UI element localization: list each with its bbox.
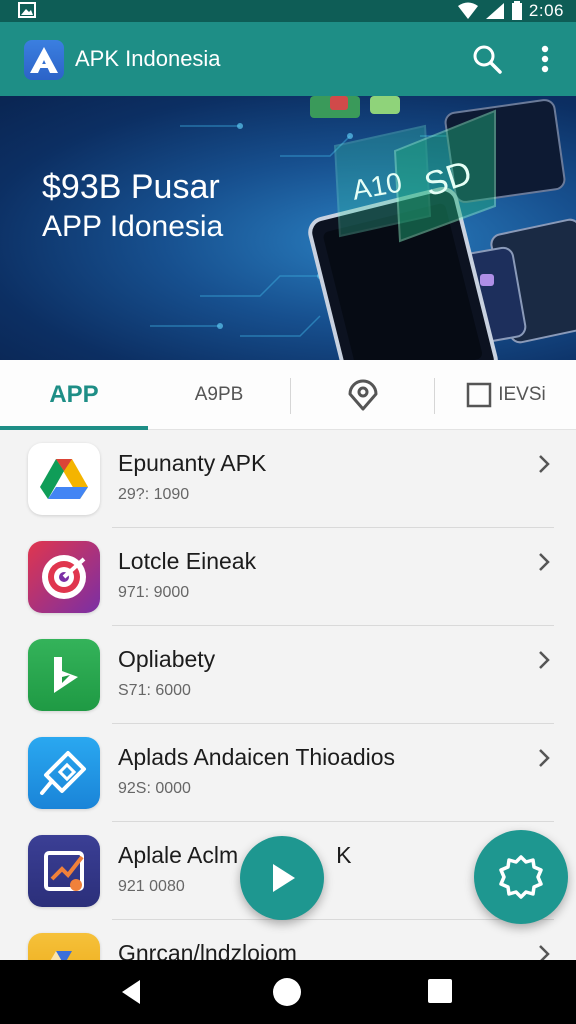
list-item[interactable]: Epunanty APK 29?: 1090 [0,430,576,528]
settings-fab[interactable] [474,830,568,924]
app-title: APK Indonesia [75,46,221,71]
app-name: Gnrcan/lndzloiom [118,940,297,960]
list-item[interactable]: Lotcle Eineak 971: 9000 [0,528,576,626]
app-meta: 921 0080 [118,878,185,895]
wifi-icon [457,2,478,19]
recent-apps-icon[interactable] [428,979,452,1003]
promo-banner[interactable]: A10 SD $93B Pusar APP Idonesia [0,96,576,360]
app-icon [28,933,100,960]
app-name: Aplads Andaicen Thioadios [118,744,396,770]
app-name: Lotcle Eineak [118,548,257,574]
app-icon [28,639,100,711]
status-bar: 2:06 [0,0,576,22]
home-icon[interactable] [273,978,301,1006]
app-meta: 971: 9000 [118,584,190,601]
status-icons: 2:06 [457,0,564,22]
tab-ievsi[interactable]: IEVSi [436,360,576,430]
chart-edit-icon [44,851,84,891]
app-name: Opliabety [118,646,216,672]
square-icon [466,382,492,408]
gear-icon [499,855,543,899]
list-item[interactable]: Aplads Andaicen Thioadios 92S: 0000 [0,724,576,822]
app-icon [28,835,100,907]
status-time: 2:06 [528,1,564,20]
image-notification-icon [18,2,36,18]
map-pin-icon [348,379,378,411]
battery-icon [511,1,522,20]
search-icon [473,45,502,74]
tab-a9pb[interactable]: A9PB [148,360,290,430]
tab-a9pb-label: A9PB [194,384,244,405]
app-meta: 92S: 0000 [118,780,191,797]
tab-location[interactable] [292,360,434,430]
play-fab[interactable] [240,836,324,920]
app-bar: APK Indonesia [0,22,576,96]
play-icon [273,864,295,892]
tab-ievsi-label: IEVSi [498,384,546,405]
back-icon[interactable] [118,978,146,1006]
play-flag-icon [54,657,78,693]
chevron-right-icon [539,749,550,767]
app-name-tail: K [336,842,352,868]
app-icon [28,737,100,809]
category-tabs: APP A9PB IEVSi [0,360,576,430]
chevron-right-icon [539,945,550,960]
system-nav-bar [0,960,576,1024]
app-icon [28,541,100,613]
app-name: Epunanty APK [118,450,267,476]
tab-divider [434,378,435,414]
list-item[interactable]: Opliabety S71: 6000 [0,626,576,724]
target-icon [42,555,86,599]
app-name-text: Aplale Aclm [118,842,239,868]
chevron-right-icon [539,651,550,669]
app-logo-icon [30,47,58,73]
app-icon [28,443,100,515]
tab-app-label: APP [49,381,99,408]
app-logo [24,40,64,80]
tab-divider [290,378,291,414]
app-meta: S71: 6000 [118,682,191,699]
tab-app[interactable]: APP [0,360,148,430]
drive-partial-icon [50,951,72,960]
search-button[interactable] [470,42,504,76]
more-options-button[interactable] [528,42,562,76]
more-vert-icon [541,45,549,73]
google-drive-icon [40,459,88,499]
banner-title: $93B Pusar [42,168,220,206]
list-item[interactable]: Gnrcan/lndzloiom [0,920,576,960]
signal-icon [485,3,504,19]
app-meta: 29?: 1090 [118,486,190,503]
chevron-right-icon [539,553,550,571]
chevron-right-icon [539,455,550,473]
banner-subtitle: APP Idonesia [42,210,224,243]
diamond-app-icon [40,751,86,795]
